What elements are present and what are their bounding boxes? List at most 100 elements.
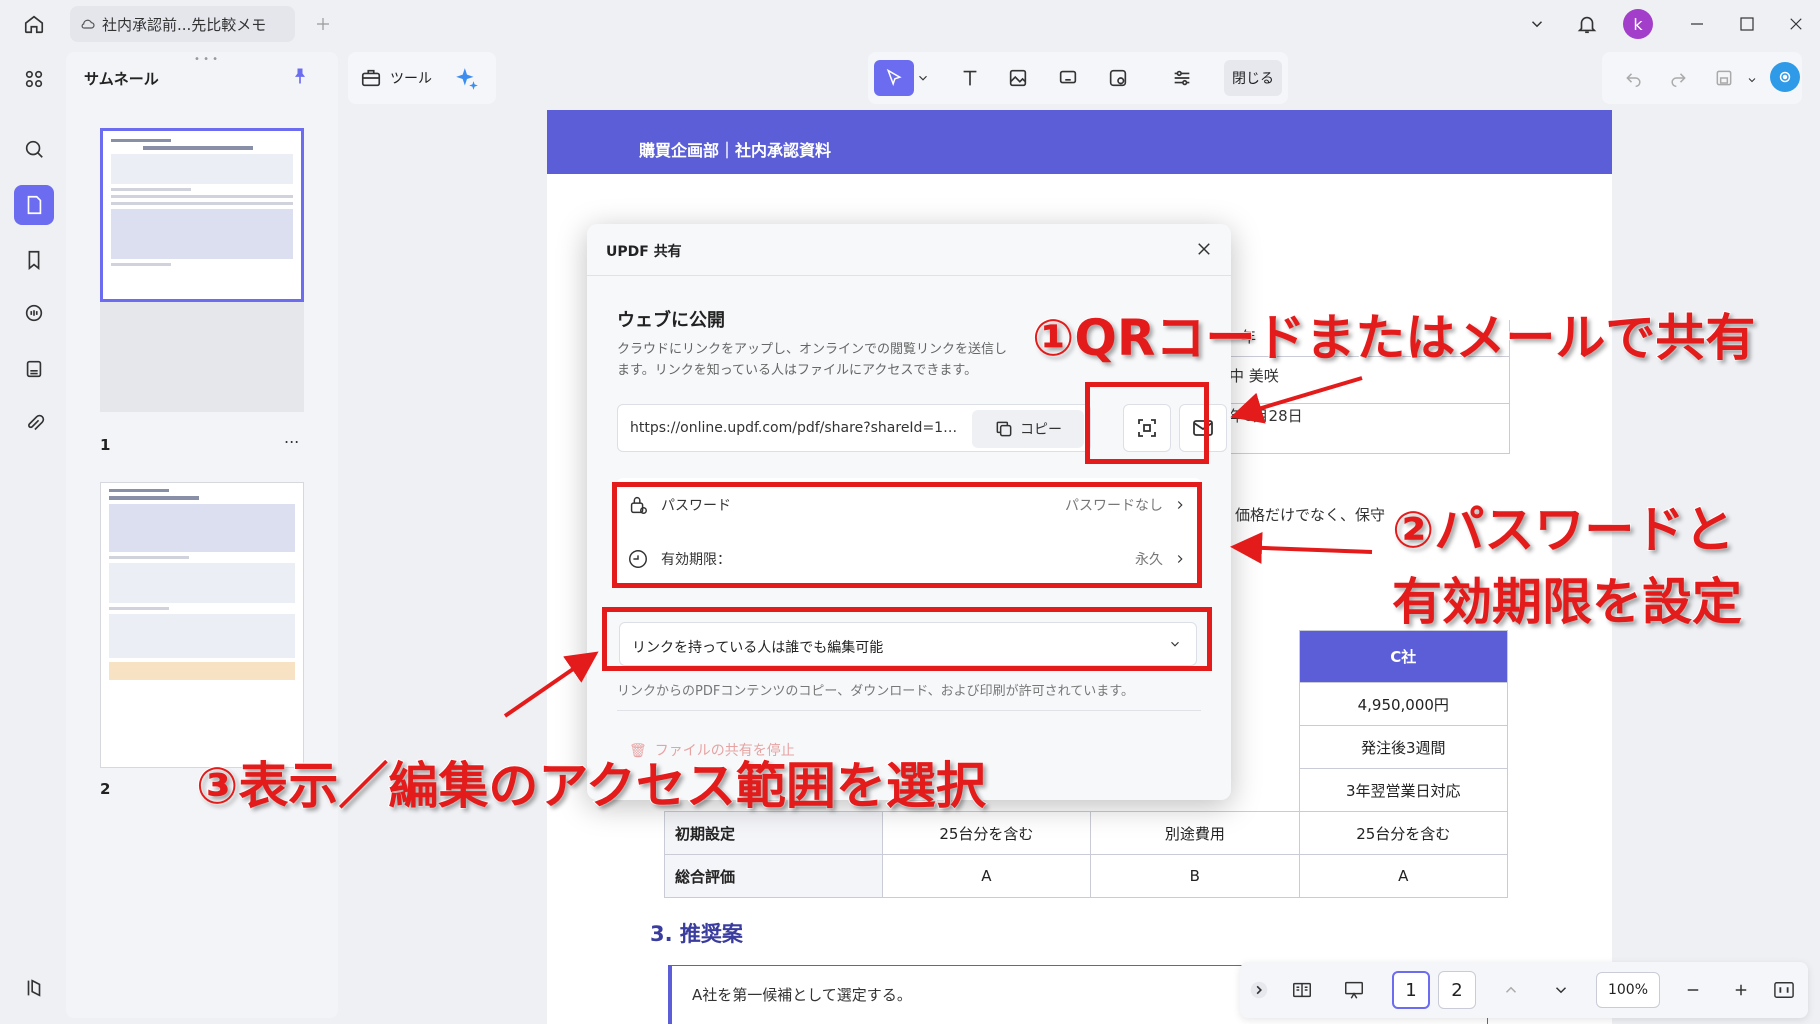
search-icon [25,140,43,158]
table-cell: 4,950,000円 [1298,682,1509,726]
pin-icon[interactable] [290,66,310,90]
table-cell: 25台分を含む [1298,811,1509,855]
rail-comment-button[interactable] [14,293,54,333]
callout-qr-mail: ①QRコードまたはメールで共有 [1031,308,1756,368]
annotation-box-access [602,607,1212,671]
select-tool-button[interactable] [874,60,914,96]
toolbox-icon [361,69,381,87]
thumbnail-more-button[interactable]: ... [284,428,299,447]
table-row-label: 総合評価 [664,854,883,898]
page-layout-icon[interactable] [1282,972,1322,1008]
bell-icon[interactable] [1575,12,1599,36]
undo-icon[interactable] [1624,68,1644,92]
stamp-icon [26,360,42,378]
settings-tool-button[interactable] [1162,60,1202,96]
link-icon [1059,70,1077,84]
share-url-field[interactable]: https://online.updf.com/pdf/share?shareI… [617,404,1091,452]
tools-button[interactable]: ツール [360,60,432,96]
rail-thumbnails-button[interactable] [14,185,54,225]
rail-layers-button[interactable] [14,968,54,1008]
select-tool-dropdown-icon[interactable] [916,70,930,89]
annotation-box-password-expiry [612,482,1202,588]
page-thumbnail-2[interactable] [100,482,304,768]
new-tab-icon[interactable] [311,12,335,36]
table-cell: A [881,854,1092,898]
text-tool-button[interactable] [950,60,990,96]
rail-attachment-button[interactable] [14,404,54,444]
close-edit-button[interactable]: 閉じる [1224,60,1282,96]
minimize-icon[interactable] [1685,12,1709,36]
image-tool-button[interactable] [998,60,1038,96]
chevron-down-icon[interactable] [1525,12,1549,36]
zoom-level[interactable]: 100% [1596,972,1660,1008]
bookmark-icon [28,250,40,270]
doc-date-fragment: 年8月28日 [1229,407,1303,425]
callout-password-line1: ②パスワードと [1391,500,1735,560]
ai-sparkle-icon[interactable] [454,66,480,96]
close-window-icon[interactable] [1784,12,1808,36]
thumbnail-panel-title: サムネール [84,70,159,88]
table-cell: 発注後3週間 [1298,725,1509,769]
maximize-icon[interactable] [1735,12,1759,36]
document-tab[interactable]: 社内承認前...先比較メモ [70,6,295,42]
avatar[interactable]: k [1623,9,1653,39]
page-thumbnail-1[interactable] [100,128,304,302]
access-note: リンクからのPDFコンテンツのコピー、ダウンロード、および印刷が許可されています… [617,684,1134,699]
table-head-c: C社 [1298,630,1509,683]
layers-icon [27,979,41,997]
next-page-icon[interactable] [1544,972,1578,1008]
share-icon[interactable] [1770,62,1800,92]
form-icon [1109,69,1127,87]
section-title: 3. 推奨案 [650,922,743,946]
table-cell: B [1090,854,1300,898]
sliders-icon [1174,70,1190,86]
link-tool-button[interactable] [1048,60,1088,96]
cloud-icon [81,19,95,29]
image-icon [1009,69,1027,87]
zoom-in-icon[interactable] [1726,972,1756,1008]
callout-access: ③表示／編集のアクセス範囲を選択 [195,756,987,816]
redo-icon[interactable] [1668,68,1688,92]
save-icon[interactable] [1714,68,1734,92]
annotation-box-qr-mail [1085,382,1209,464]
page-icon [27,195,42,215]
collapse-nav-icon[interactable] [1246,972,1272,1008]
history-toolbar [1602,52,1802,104]
recommendation-text: A社を第一候補として選定する。 [692,986,912,1004]
copy-button[interactable]: コピー [972,410,1084,448]
dialog-description: クラウドにリンクをアップし、オンラインでの閲覧リンクを送信します。リンクを知って… [617,342,1008,378]
document-header: 購買企画部｜社内承認資料 [547,110,1612,174]
drag-handle-icon[interactable]: • • • [194,54,218,65]
grid-icon [25,70,43,88]
rail-apps-button[interactable] [14,59,54,99]
save-dropdown-icon[interactable] [1746,71,1758,90]
page-navigation-bar: 1 2 100% [1240,962,1808,1018]
tab-title: 社内承認前...先比較メモ [102,15,267,34]
paperclip-icon [28,414,45,431]
tools-label: ツール [390,71,432,87]
dialog-title: ウェブに公開 [617,310,725,331]
doc-body-fragment: 価格だけでなく、保守 [1235,506,1386,524]
actual-size-icon[interactable] [1768,972,1800,1008]
home-icon[interactable] [22,12,46,36]
rail-bookmark-button[interactable] [14,240,54,280]
zoom-out-icon[interactable] [1678,972,1708,1008]
rail-search-button[interactable] [14,129,54,169]
page-button-2[interactable]: 2 [1438,971,1476,1009]
table-row: 総合評価 A B A [664,854,1509,898]
dialog-close-icon[interactable] [1195,240,1215,260]
edit-toolbar: 閉じる [868,52,1288,104]
rail-stamp-button[interactable] [14,349,54,389]
page-thumbnail-1-lower [100,302,304,412]
copy-icon [996,421,1012,437]
thumbnail-panel: • • • サムネール 1 ... 2 [66,52,338,1018]
prev-page-icon[interactable] [1494,972,1528,1008]
page-button-1[interactable]: 1 [1392,971,1430,1009]
cursor-icon [886,68,902,87]
table-cell: 3年翌営業日対応 [1298,768,1509,812]
presentation-icon[interactable] [1332,972,1376,1008]
callout-password-line2: 有効期限を設定 [1391,572,1743,632]
dialog-header: UPDF 共有 [587,224,1231,276]
tools-toolbar: ツール [348,52,496,104]
form-tool-button[interactable] [1098,60,1138,96]
